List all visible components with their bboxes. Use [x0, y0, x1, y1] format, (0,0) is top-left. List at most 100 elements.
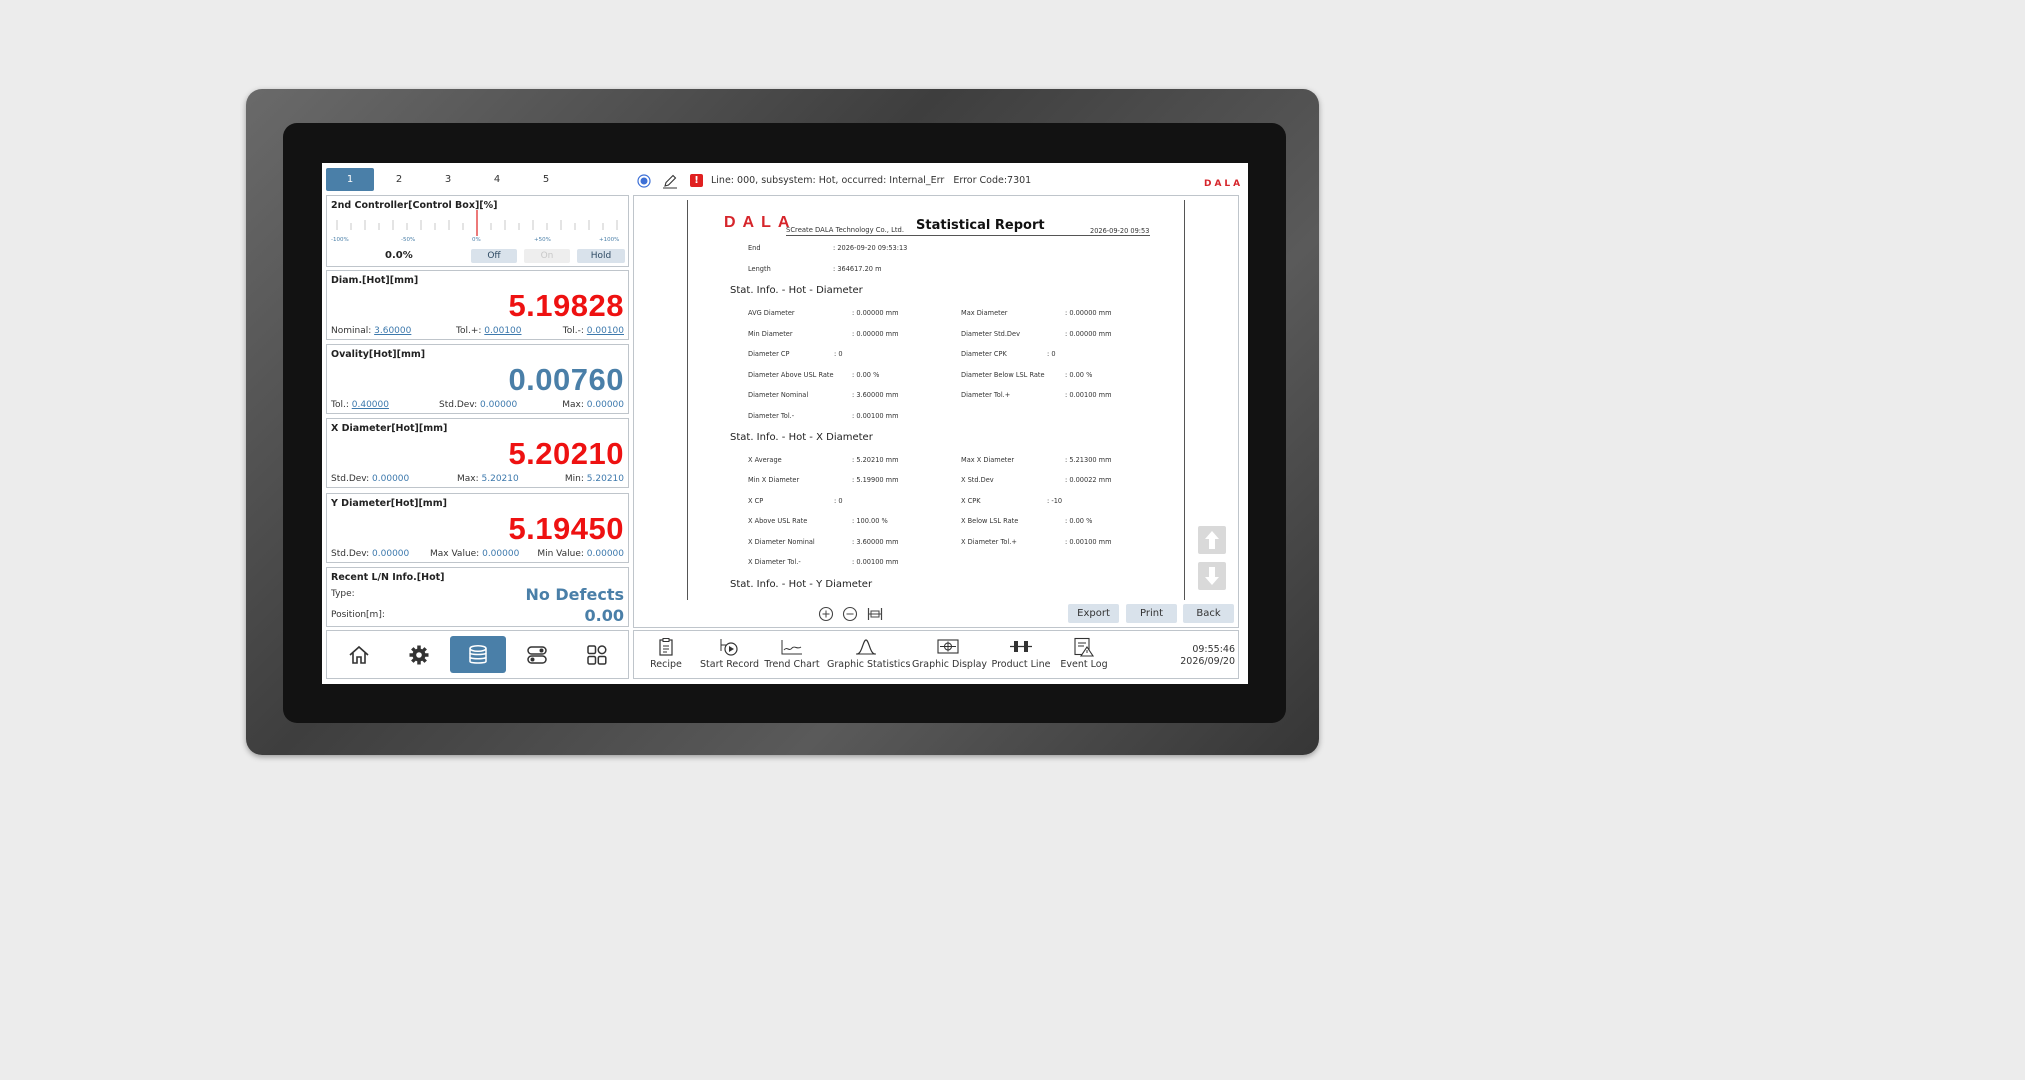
clock-time: 09:55:46: [1192, 644, 1235, 655]
product-line-button[interactable]: Product Line: [991, 637, 1051, 670]
x-diameter-panel: X Diameter[Hot][mm] 5.20210 Std.Dev: 0.0…: [326, 418, 629, 488]
graphic-display-label: Graphic Display: [912, 659, 988, 670]
edit-icon[interactable]: [662, 173, 678, 189]
tol-plus-link[interactable]: 0.00100: [484, 326, 521, 336]
graphic-display-button[interactable]: Graphic Display: [912, 637, 988, 670]
zoom-out-icon[interactable]: [842, 606, 858, 622]
row-label: Diameter Tol.-: [748, 412, 795, 420]
row-value: : 0: [834, 497, 843, 505]
trend-chart-button[interactable]: Trend Chart: [764, 637, 820, 670]
back-button[interactable]: Back: [1183, 604, 1234, 623]
row-label: Diameter CP: [748, 350, 790, 358]
report-logo: DALA: [724, 214, 797, 231]
row-value: : 0.00000 mm: [852, 309, 899, 317]
row-label: Diameter Below LSL Rate: [961, 371, 1045, 379]
tick-minus100: -100%: [331, 237, 349, 243]
tick-minus50: -50%: [401, 237, 416, 243]
tab-bar: 1 2 3 4 5: [326, 168, 632, 191]
row-value: : 0.00100 mm: [1065, 538, 1112, 546]
graphic-statistics-button[interactable]: Graphic Statistics: [827, 637, 910, 670]
crosshair-display-icon: [937, 639, 959, 654]
row-label: X Diameter Tol.-: [748, 558, 801, 566]
ovality-std: Std.Dev: 0.00000: [439, 400, 518, 410]
fit-width-icon[interactable]: [867, 606, 883, 622]
on-button[interactable]: On: [524, 249, 570, 263]
diameter-value: 5.19828: [508, 288, 624, 323]
record-status-icon[interactable]: [637, 174, 651, 188]
tab-2[interactable]: 2: [375, 168, 423, 191]
y-diameter-title: Y Diameter[Hot][mm]: [331, 498, 447, 509]
event-log-icon: [1074, 637, 1095, 657]
error-alert-icon[interactable]: !: [690, 174, 703, 187]
tab-3[interactable]: 3: [424, 168, 472, 191]
start-record-button[interactable]: Start Record: [700, 637, 760, 670]
tab-1[interactable]: 1: [326, 168, 374, 191]
trend-chart-icon: [781, 640, 802, 655]
nav-toggle-button[interactable]: [509, 636, 565, 673]
row-label: AVG Diameter: [748, 309, 795, 317]
nominal-link[interactable]: 3.60000: [374, 326, 411, 336]
event-log-button[interactable]: Event Log: [1060, 637, 1108, 670]
home-icon: [349, 645, 369, 664]
diameter-tol-minus: Tol.-: 0.00100: [562, 326, 624, 336]
row-label: X Average: [748, 456, 782, 464]
zoom-in-icon[interactable]: [818, 606, 834, 622]
row-value: : 0: [834, 350, 843, 358]
tab-5[interactable]: 5: [522, 168, 570, 191]
export-button[interactable]: Export: [1068, 604, 1119, 623]
ovality-tol-link[interactable]: 0.40000: [352, 400, 389, 410]
row-value: : 0.00 %: [1065, 517, 1093, 525]
x-diameter-value: 5.20210: [508, 436, 624, 471]
row-value: : 100.00 %: [852, 517, 888, 525]
recipe-button[interactable]: Recipe: [649, 637, 683, 670]
x-max: Max: 5.20210: [457, 474, 519, 484]
row-value: : 5.20210 mm: [852, 456, 899, 464]
toggle-icon: [527, 645, 547, 664]
alarm-message[interactable]: Line: 000, subsystem: Hot, occurred: Int…: [711, 175, 1031, 186]
clock: 09:55:46 2026/09/20: [1180, 644, 1235, 668]
section-x-diameter-title: Stat. Info. - Hot - X Diameter: [730, 432, 873, 443]
hold-button[interactable]: Hold: [577, 249, 625, 263]
controller-value: 0.0%: [385, 250, 413, 261]
row-value: : 0.00 %: [852, 371, 880, 379]
hmi-screen: 1 2 3 4 5 2nd Controller[Control Box][%]…: [322, 163, 1248, 684]
nav-apps-button[interactable]: [569, 636, 625, 673]
row-label: Max X Diameter: [961, 456, 1015, 464]
nav-data-button[interactable]: [450, 636, 506, 673]
row-value: : 0.00000 mm: [852, 330, 899, 338]
controller-panel: 2nd Controller[Control Box][%] -100% -50…: [326, 195, 629, 267]
row-value: : 0.00000 mm: [1065, 309, 1112, 317]
tab-4[interactable]: 4: [473, 168, 521, 191]
x-min: Min: 5.20210: [564, 474, 624, 484]
row-label: Max Diameter: [961, 309, 1008, 317]
product-line-label: Product Line: [991, 659, 1051, 670]
print-button[interactable]: Print: [1126, 604, 1177, 623]
row-value: : 0.00022 mm: [1065, 476, 1112, 484]
tick-plus50: +50%: [534, 237, 551, 243]
scroll-up-button[interactable]: [1198, 526, 1226, 554]
gear-icon: [409, 645, 429, 664]
start-record-label: Start Record: [700, 659, 760, 670]
trend-chart-label: Trend Chart: [764, 659, 820, 670]
report-document[interactable]: DALA SCreate DALA Technology Co., Ltd. S…: [687, 200, 1185, 600]
tol-minus-link[interactable]: 0.00100: [587, 326, 624, 336]
row-label: Diameter Std.Dev: [961, 330, 1020, 338]
row-label: X Diameter Nominal: [748, 538, 815, 546]
controller-gauge[interactable]: [335, 210, 623, 240]
row-label: X CP: [748, 497, 764, 505]
row-label: Diameter CPK: [961, 350, 1007, 358]
row-label: Diameter Above USL Rate: [748, 371, 834, 379]
off-button[interactable]: Off: [471, 249, 517, 263]
section-y-diameter-title: Stat. Info. - Hot - Y Diameter: [730, 579, 873, 590]
tick-zero: 0%: [472, 237, 481, 243]
event-log-label: Event Log: [1060, 659, 1108, 670]
scroll-down-button[interactable]: [1198, 562, 1226, 590]
row-label: Diameter Nominal: [748, 391, 809, 399]
report-company: SCreate DALA Technology Co., Ltd.: [786, 226, 905, 234]
ln-title: Recent L/N Info.[Hot]: [331, 572, 445, 583]
nav-settings-button[interactable]: [391, 636, 447, 673]
main-nav: [326, 630, 629, 679]
ln-type-value: No Defects: [525, 585, 624, 604]
nav-home-button[interactable]: [331, 636, 387, 673]
ln-info-panel: Recent L/N Info.[Hot] Type: No Defects P…: [326, 567, 629, 627]
